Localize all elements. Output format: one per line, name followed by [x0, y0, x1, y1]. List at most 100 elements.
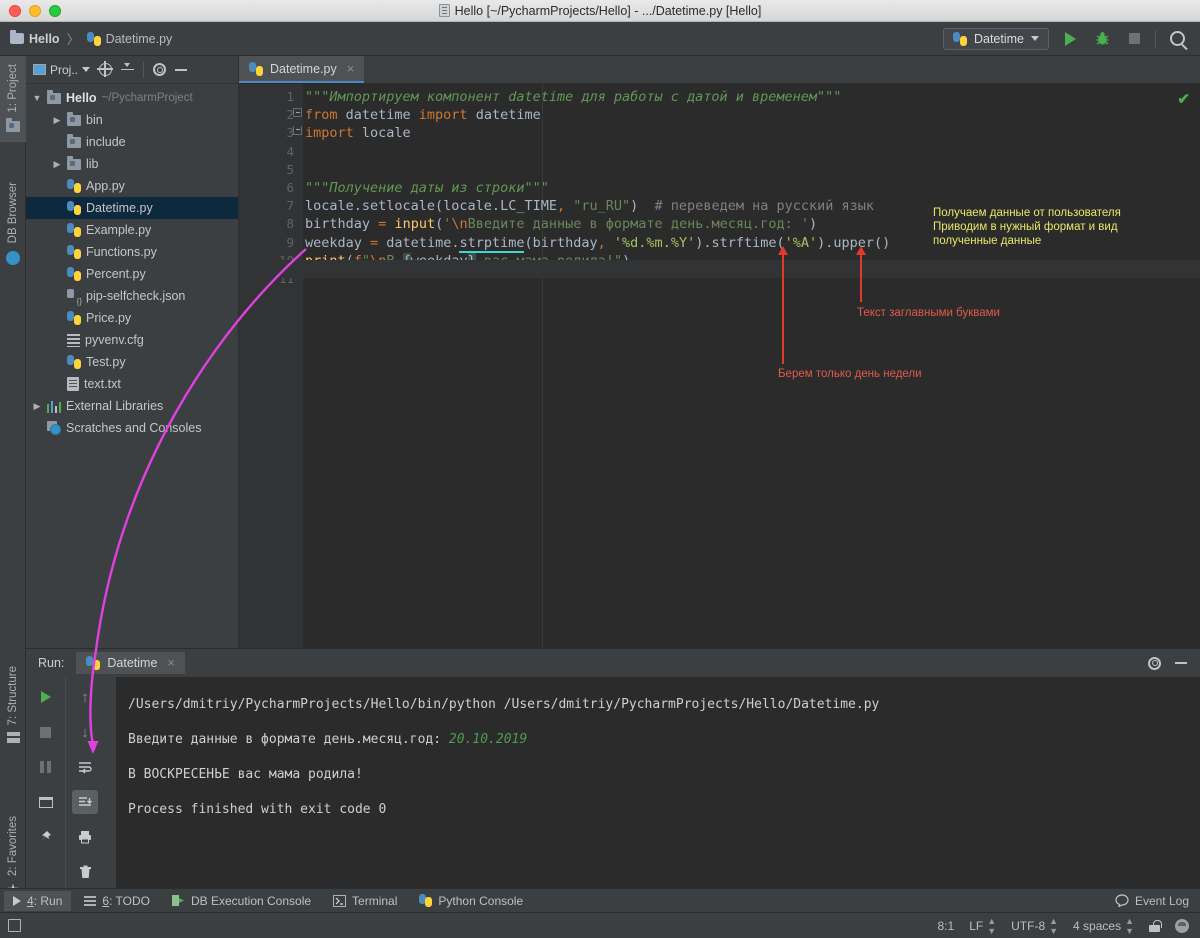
minimize-icon[interactable]: [1175, 662, 1187, 664]
tree-item-functions-py[interactable]: Functions.py: [26, 241, 238, 263]
line-separator-selector[interactable]: LF ▲ ▼: [969, 916, 996, 936]
status-tab-db-console[interactable]: DB Execution Console: [163, 891, 320, 911]
layout-button[interactable]: [33, 790, 59, 814]
close-icon[interactable]: ×: [347, 61, 355, 76]
tree-item-label: pyvenv.cfg: [85, 333, 144, 347]
locate-icon[interactable]: [97, 61, 114, 77]
tree-item-include[interactable]: include: [26, 131, 238, 153]
sidebar-item-favorites[interactable]: 2: Favorites ★: [0, 816, 26, 896]
editor-tab-datetime[interactable]: Datetime.py ×: [239, 56, 365, 83]
tree-item-datetime-py[interactable]: Datetime.py: [26, 197, 238, 219]
run-tab-datetime[interactable]: Datetime ×: [76, 652, 185, 674]
scroll-to-end-icon: [78, 796, 92, 806]
tree-item-label: Example.py: [86, 223, 152, 237]
sidebar-item-db-browser[interactable]: DB Browser: [0, 174, 26, 275]
status-tab-run[interactable]: 4: Run: [4, 890, 72, 911]
unlocked-icon[interactable]: [1149, 919, 1162, 932]
python-file-icon: [67, 245, 81, 259]
tree-item-label: Test.py: [86, 355, 126, 369]
chevron-right-icon[interactable]: ▶: [52, 115, 62, 126]
text-file-icon: [67, 377, 79, 391]
status-tab-terminal[interactable]: Terminal: [324, 891, 406, 911]
run-console-output[interactable]: /Users/dmitriy/PycharmProjects/Hello/bin…: [116, 677, 1200, 888]
sidebar-item-favorites-label: 2: Favorites: [7, 816, 19, 877]
tree-item-scratches-and-consoles[interactable]: Scratches and Consoles: [26, 417, 238, 439]
sidebar-item-project[interactable]: 1: Project: [0, 56, 26, 142]
tree-item-hello[interactable]: ▼ Hello ~/PycharmProject: [26, 87, 238, 109]
status-tab-python-console[interactable]: Python Console: [410, 891, 532, 911]
up-arrow-icon: ↑: [81, 688, 89, 706]
pin-button[interactable]: [33, 825, 59, 849]
hide-panel-icon[interactable]: [175, 68, 188, 71]
folder-icon: [67, 111, 81, 126]
indent-selector[interactable]: 4 spaces ▲ ▼: [1073, 916, 1134, 936]
breadcrumb-project[interactable]: Hello: [10, 30, 60, 46]
tree-item-lib[interactable]: ▶ lib: [26, 153, 238, 175]
pause-button[interactable]: [33, 755, 59, 779]
tree-item-pip-selfcheck-json[interactable]: pip-selfcheck.json: [26, 285, 238, 307]
event-log-group[interactable]: Event Log: [1115, 894, 1200, 908]
tree-item-label: include: [86, 135, 126, 149]
run-configuration-selector[interactable]: Datetime: [942, 27, 1049, 50]
toggle-toolwindow-icon[interactable]: [8, 919, 21, 932]
fold-marker-import-end[interactable]: [293, 126, 302, 135]
project-tree[interactable]: ▼ Hello ~/PycharmProject ▶ bin include ▶ lib App…: [26, 84, 238, 439]
fold-marker-import-block[interactable]: [293, 108, 302, 117]
tree-item-percent-py[interactable]: Percent.py: [26, 263, 238, 285]
sidebar-item-structure[interactable]: 7: Structure: [0, 666, 26, 744]
project-view-selector[interactable]: Proj..: [33, 63, 91, 77]
soft-wrap-button[interactable]: [72, 755, 98, 779]
tree-item-example-py[interactable]: Example.py: [26, 219, 238, 241]
inspection-ok-icon: ✔: [1177, 91, 1190, 108]
python-file-icon: [86, 31, 101, 46]
gear-icon[interactable]: [1148, 656, 1161, 670]
terminal-icon: [333, 894, 347, 907]
folder-icon: [67, 133, 81, 148]
prev-occurrence-button[interactable]: ↑: [72, 685, 98, 709]
close-icon[interactable]: ×: [167, 656, 174, 670]
project-panel-header: Proj..: [26, 56, 238, 84]
run-button[interactable]: [1059, 28, 1081, 50]
chevron-down-icon: [1031, 36, 1039, 41]
clear-all-button[interactable]: [72, 860, 98, 884]
scroll-to-end-button[interactable]: [72, 790, 98, 814]
window-title: Hello [~/PycharmProjects/Hello] - .../Da…: [0, 3, 1200, 18]
rerun-button[interactable]: [33, 685, 59, 709]
settings-gear-icon[interactable]: [153, 63, 167, 76]
search-everywhere-button[interactable]: [1166, 28, 1188, 50]
tree-item-pyvenv-cfg[interactable]: pyvenv.cfg: [26, 329, 238, 351]
todo-icon: [84, 895, 97, 906]
tree-item-external-libraries[interactable]: ▶ External Libraries: [26, 395, 238, 417]
tree-item-text-txt[interactable]: text.txt: [26, 373, 238, 395]
collapse-all-icon[interactable]: [121, 63, 135, 76]
print-button[interactable]: [72, 825, 98, 849]
status-tab-run-label: : Run: [33, 893, 63, 908]
stop-button[interactable]: [1123, 28, 1145, 50]
spinner-icon: ▲ ▼: [987, 915, 997, 936]
python-file-icon: [249, 61, 263, 76]
caret-position[interactable]: 8:1: [938, 919, 955, 933]
arrow-to-strftime: [856, 246, 866, 302]
tree-item-test-py[interactable]: Test.py: [26, 351, 238, 373]
debug-button[interactable]: [1091, 28, 1113, 50]
run-panel-header: Run: Datetime ×: [26, 649, 1200, 677]
stop-icon: [40, 726, 51, 738]
chevron-right-icon[interactable]: ▶: [32, 401, 42, 412]
tree-item-label: Percent.py: [86, 267, 146, 281]
avatar[interactable]: [1175, 918, 1189, 933]
encoding-selector[interactable]: UTF-8 ▲ ▼: [1011, 916, 1058, 936]
tree-item-price-py[interactable]: Price.py: [26, 307, 238, 329]
tree-item-label: External Libraries: [66, 399, 164, 413]
tree-item-bin[interactable]: ▶ bin: [26, 109, 238, 131]
next-occurrence-button[interactable]: ↓: [72, 720, 98, 744]
tree-item-app-py[interactable]: App.py: [26, 175, 238, 197]
chevron-right-icon[interactable]: ▶: [52, 159, 62, 170]
python-file-icon: [67, 179, 81, 193]
editor-code[interactable]: """Импортируем компонент datetime для ра…: [305, 84, 1200, 648]
chevron-down-icon[interactable]: ▼: [32, 93, 42, 103]
toolbar-right-group: Datetime: [942, 27, 1188, 50]
status-tab-todo[interactable]: 6: TODO: [75, 891, 159, 911]
breadcrumb-file[interactable]: Datetime.py: [86, 31, 172, 46]
stop-button[interactable]: [33, 720, 59, 744]
